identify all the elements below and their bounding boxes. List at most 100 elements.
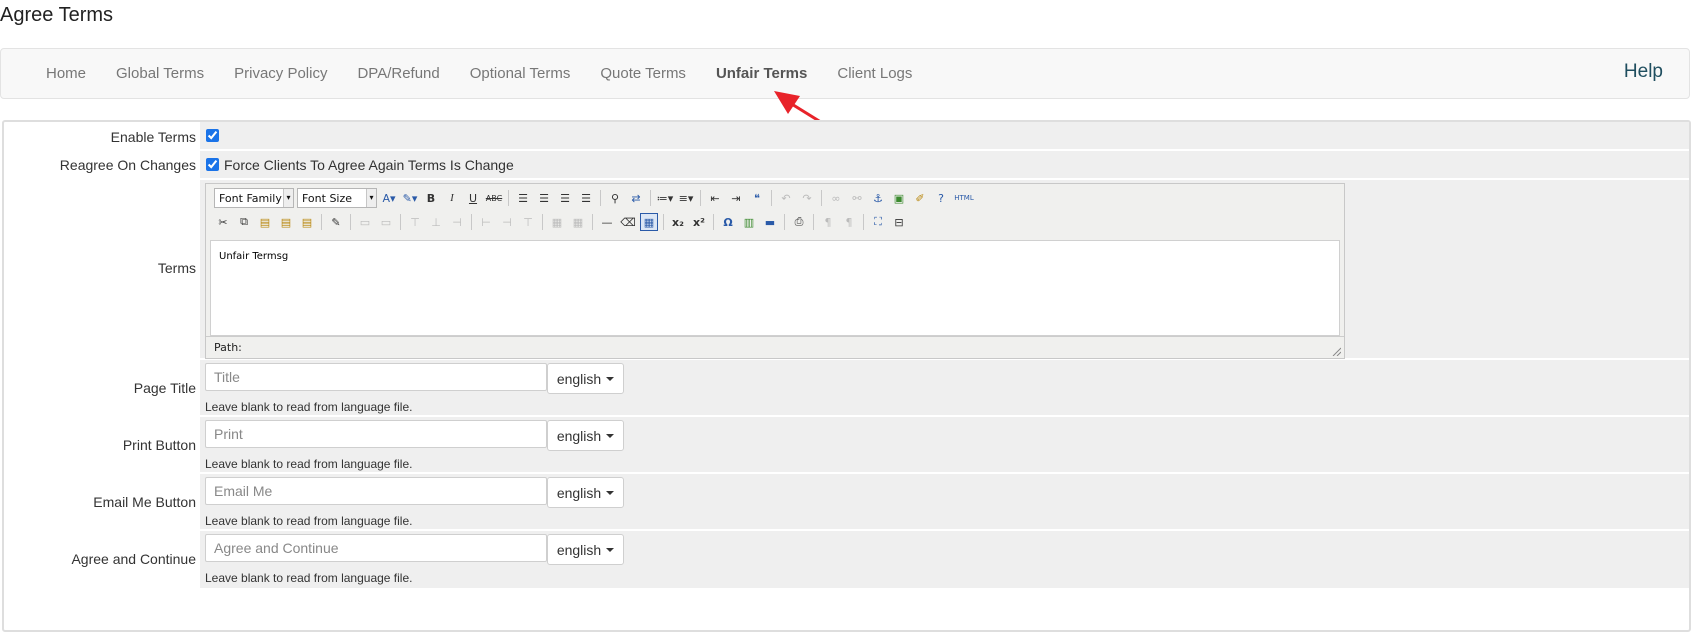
page-title: Agree Terms bbox=[0, 4, 114, 26]
font-size-select[interactable]: Font Size ▾ bbox=[297, 188, 377, 208]
blockquote-icon[interactable]: ❝ bbox=[748, 189, 766, 207]
tab-global-terms[interactable]: Global Terms bbox=[101, 65, 219, 82]
email-me-button-language-dropdown[interactable]: english bbox=[547, 477, 624, 508]
delete-col-icon[interactable]: ⊤ bbox=[519, 213, 537, 231]
superscript-icon[interactable]: x² bbox=[690, 213, 708, 231]
row-before-icon[interactable]: ⊤ bbox=[406, 213, 424, 231]
delete-row-icon[interactable]: ⊣ bbox=[448, 213, 466, 231]
row-reagree: Reagree On Changes Force Clients To Agre… bbox=[4, 151, 1689, 180]
print-button-input[interactable] bbox=[205, 420, 547, 448]
tab-quote-terms[interactable]: Quote Terms bbox=[585, 65, 701, 82]
paste-icon[interactable]: ▤ bbox=[256, 213, 274, 231]
visual-aid-icon[interactable]: ▦ bbox=[640, 213, 658, 231]
enable-terms-checkbox[interactable] bbox=[206, 129, 219, 142]
row-after-icon[interactable]: ⊥ bbox=[427, 213, 445, 231]
split-cells-icon[interactable]: ▦ bbox=[548, 213, 566, 231]
paste-word-icon[interactable]: ▤ bbox=[298, 213, 316, 231]
agree-continue-input[interactable] bbox=[205, 534, 547, 562]
email-me-button-input[interactable] bbox=[205, 477, 547, 505]
special-char-icon[interactable]: Ω bbox=[719, 213, 737, 231]
font-family-select[interactable]: Font Family ▾ bbox=[214, 188, 294, 208]
font-family-label: Font Family bbox=[219, 191, 282, 205]
numbered-list-icon[interactable]: ≡▾ bbox=[677, 189, 695, 207]
caret-down-icon bbox=[606, 547, 615, 552]
cleanup-icon[interactable]: ✐ bbox=[911, 189, 929, 207]
print-icon[interactable]: ⎙ bbox=[790, 213, 808, 231]
reagree-checkbox[interactable] bbox=[206, 158, 219, 171]
page-break-icon[interactable]: ⊟ bbox=[890, 213, 908, 231]
undo-icon[interactable]: ↶ bbox=[777, 189, 795, 207]
outdent-icon[interactable]: ⇤ bbox=[706, 189, 724, 207]
agree-continue-language-dropdown[interactable]: english bbox=[547, 534, 624, 565]
select-all-icon[interactable]: ✎ bbox=[327, 213, 345, 231]
col-before-icon[interactable]: ⊢ bbox=[477, 213, 495, 231]
tab-home[interactable]: Home bbox=[31, 65, 101, 82]
print-button-language-dropdown[interactable]: english bbox=[547, 420, 624, 451]
help-link[interactable]: Help bbox=[1624, 61, 1663, 83]
page-title-language-dropdown[interactable]: english bbox=[547, 363, 624, 394]
print-button-field-label: Print Button bbox=[122, 437, 196, 453]
email-me-button-help-text: Leave blank to read from language file. bbox=[205, 514, 413, 528]
editor-path-bar: Path: bbox=[206, 336, 1344, 358]
caret-down-icon bbox=[606, 376, 615, 381]
bullet-list-icon[interactable]: ≔▾ bbox=[656, 189, 674, 207]
align-left-icon[interactable]: ☰ bbox=[514, 189, 532, 207]
align-right-icon[interactable]: ☰ bbox=[556, 189, 574, 207]
row-email-me-button: Email Me Button english Leave blank to r… bbox=[4, 474, 1689, 531]
cut-icon[interactable]: ✂ bbox=[214, 213, 232, 231]
horizontal-rule-icon[interactable]: — bbox=[598, 213, 616, 231]
tab-unfair-terms[interactable]: Unfair Terms bbox=[701, 65, 822, 82]
link-icon[interactable]: ∞ bbox=[827, 189, 845, 207]
ltr-icon[interactable]: ¶ bbox=[819, 213, 837, 231]
editor-toolbar-row-2: ✂ ⧉ ▤ ▤ ▤ ✎ ▭ ▭ ⊤ ⊥ ⊣ ⊢ ⊣ ⊤ ▦ ▦ — ⌫ ▦ x₂… bbox=[214, 211, 908, 233]
underline-icon[interactable]: U bbox=[464, 189, 482, 207]
fullscreen-icon[interactable]: ⛶ bbox=[869, 213, 887, 231]
font-size-label: Font Size bbox=[302, 191, 353, 205]
help-circle-icon[interactable]: ? bbox=[932, 189, 950, 207]
advanced-hr-icon[interactable]: ▬ bbox=[761, 213, 779, 231]
editor-content-area[interactable]: Unfair Termsg bbox=[210, 240, 1340, 336]
agree-continue-help-text: Leave blank to read from language file. bbox=[205, 571, 413, 585]
bold-icon[interactable]: B bbox=[422, 189, 440, 207]
col-after-icon[interactable]: ⊣ bbox=[498, 213, 516, 231]
paste-text-icon[interactable]: ▤ bbox=[277, 213, 295, 231]
unlink-icon[interactable]: ⚯ bbox=[848, 189, 866, 207]
align-justify-icon[interactable]: ☰ bbox=[577, 189, 595, 207]
html-source-icon[interactable]: HTML bbox=[953, 189, 975, 207]
language-label: english bbox=[556, 427, 602, 444]
rtl-icon[interactable]: ¶ bbox=[840, 213, 858, 231]
find-icon[interactable]: ⚲ bbox=[606, 189, 624, 207]
email-me-button-field-label: Email Me Button bbox=[93, 494, 196, 510]
resize-handle-icon[interactable] bbox=[1331, 346, 1341, 356]
page-title-field-label: Page Title bbox=[133, 380, 196, 396]
agree-continue-field-label: Agree and Continue bbox=[71, 551, 196, 567]
text-color-icon[interactable]: A▾ bbox=[380, 189, 398, 207]
table-row-props-icon[interactable]: ▭ bbox=[356, 213, 374, 231]
indent-icon[interactable]: ⇥ bbox=[727, 189, 745, 207]
italic-icon[interactable]: I bbox=[443, 189, 461, 207]
tab-client-logs[interactable]: Client Logs bbox=[822, 65, 927, 82]
enable-terms-label: Enable Terms bbox=[110, 129, 196, 145]
highlight-color-icon[interactable]: ✎▾ bbox=[401, 189, 419, 207]
page-title-help-text: Leave blank to read from language file. bbox=[205, 400, 413, 414]
row-agree-and-continue: Agree and Continue english Leave blank t… bbox=[4, 531, 1689, 588]
redo-icon[interactable]: ↷ bbox=[798, 189, 816, 207]
replace-icon[interactable]: ⇄ bbox=[627, 189, 645, 207]
tab-optional-terms[interactable]: Optional Terms bbox=[455, 65, 586, 82]
merge-cells-icon[interactable]: ▦ bbox=[569, 213, 587, 231]
align-center-icon[interactable]: ☰ bbox=[535, 189, 553, 207]
table-cell-props-icon[interactable]: ▭ bbox=[377, 213, 395, 231]
editor-content-text: Unfair Termsg bbox=[219, 251, 289, 262]
media-icon[interactable]: ▥ bbox=[740, 213, 758, 231]
strikethrough-icon[interactable]: ABC bbox=[485, 189, 503, 207]
language-label: english bbox=[556, 370, 602, 387]
anchor-icon[interactable]: ⚓ bbox=[869, 189, 887, 207]
copy-icon[interactable]: ⧉ bbox=[235, 213, 253, 231]
tab-privacy-policy[interactable]: Privacy Policy bbox=[219, 65, 342, 82]
tab-dpa-refund[interactable]: DPA/Refund bbox=[342, 65, 454, 82]
image-icon[interactable]: ▣ bbox=[890, 189, 908, 207]
terms-form: Enable Terms Reagree On Changes Force Cl… bbox=[2, 120, 1691, 632]
page-title-input[interactable] bbox=[205, 363, 547, 391]
eraser-icon[interactable]: ⌫ bbox=[619, 213, 637, 231]
subscript-icon[interactable]: x₂ bbox=[669, 213, 687, 231]
